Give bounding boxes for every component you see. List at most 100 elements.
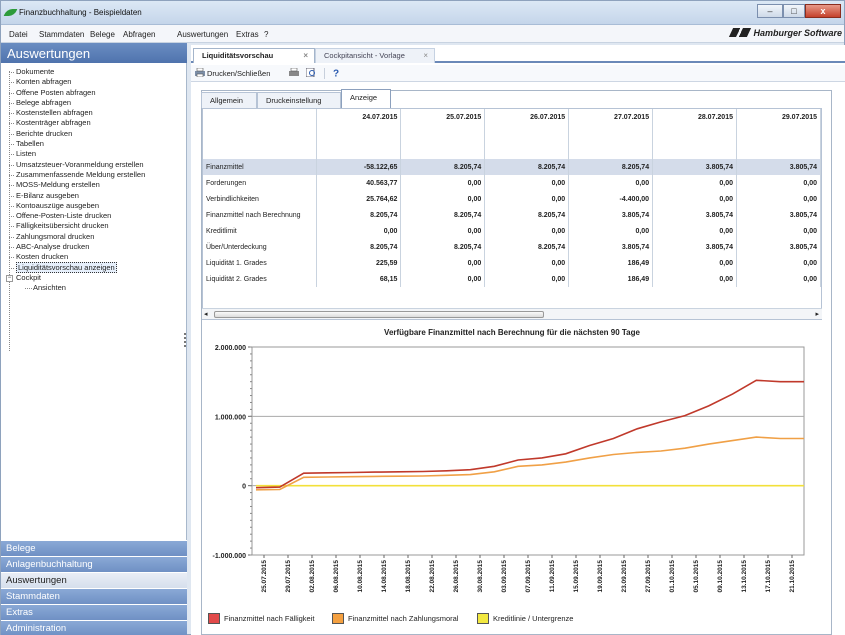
x-tick-label: 29.07.2015 xyxy=(285,560,292,593)
brand-logo: Hamburger Software xyxy=(729,28,842,38)
menu-belege[interactable]: Belege xyxy=(90,30,115,39)
liquidity-grid: 24.07.2015 25.07.2015 26.07.2015 27.07.2015… xyxy=(202,108,822,320)
table-cell: 8.205,74 xyxy=(316,207,402,223)
title-bar: Finanzbuchhaltung - Beispieldaten – □ x xyxy=(1,1,844,25)
x-tick-label: 26.08.2015 xyxy=(453,560,460,593)
scroll-thumb[interactable] xyxy=(214,311,544,318)
x-tick-label: 11.09.2015 xyxy=(549,560,556,593)
table-row[interactable]: Forderungen 40.563,77 0,00 0,00 0,00 0,00 0,00 xyxy=(203,175,821,191)
print-close-button[interactable]: Drucken/Schließen xyxy=(207,69,270,78)
svg-text:?: ? xyxy=(333,69,339,78)
sidebar-item-ansichten[interactable]: Ansichten xyxy=(1,283,187,293)
column-header[interactable]: 25.07.2015 xyxy=(400,109,486,159)
menu-help[interactable]: ? xyxy=(264,30,268,39)
row-label: Kreditlimit xyxy=(203,223,318,239)
sidebar-item-cockpit[interactable]: − Cockpit xyxy=(1,273,187,283)
sidebar-item-label: MOSS-Meldung erstellen xyxy=(16,180,100,190)
tab-cockpitansicht[interactable]: Cockpitansicht - Vorlage × xyxy=(315,48,435,63)
sidebar-item[interactable]: Listen xyxy=(1,149,187,159)
tab-anzeige[interactable]: Anzeige xyxy=(341,89,391,108)
close-tab-icon[interactable]: × xyxy=(303,51,308,60)
sidebar-item[interactable]: Zahlungsmoral drucken xyxy=(1,232,187,242)
table-cell: 225,59 xyxy=(316,255,402,271)
sidebar-item[interactable]: Konten abfragen xyxy=(1,77,187,87)
menu-abfragen[interactable]: Abfragen xyxy=(123,30,155,39)
section-stammdaten[interactable]: Stammdaten xyxy=(1,588,187,604)
table-row[interactable]: Finanzmittel -58.122,65 8.205,74 8.205,74 8.… xyxy=(203,159,821,175)
table-cell: 8.205,74 xyxy=(400,207,486,223)
section-belege[interactable]: Belege xyxy=(1,540,187,556)
x-tick-label: 02.08.2015 xyxy=(309,560,316,593)
sidebar-item[interactable]: Kostenträger abfragen xyxy=(1,118,187,128)
sidebar-sections: Belege Anlagenbuchhaltung Auswertungen Stam… xyxy=(1,540,187,635)
sidebar-item[interactable]: Fälligkeitsübersicht drucken xyxy=(1,221,187,231)
section-auswertungen[interactable]: Auswertungen xyxy=(1,572,187,588)
scroll-left-icon[interactable]: ◂ xyxy=(204,310,208,318)
sidebar-item[interactable]: Umsatzsteuer-Voranmeldung erstellen xyxy=(1,160,187,170)
table-cell: 0,00 xyxy=(736,223,821,239)
grid-header-row: 24.07.2015 25.07.2015 26.07.2015 27.07.2015… xyxy=(203,109,821,159)
toolbar-separator xyxy=(324,68,325,79)
sidebar-item[interactable]: Belege abfragen xyxy=(1,98,187,108)
table-row[interactable]: Über/Unterdeckung 8.205,74 8.205,74 8.205,7… xyxy=(203,239,821,255)
x-tick-label: 30.08.2015 xyxy=(477,560,484,593)
sidebar-item[interactable]: E-Bilanz ausgeben xyxy=(1,191,187,201)
minimize-button[interactable]: – xyxy=(757,4,783,18)
document-tabs: Liquiditätsvorschau × Cockpitansicht - Vo… xyxy=(191,45,845,63)
section-extras[interactable]: Extras xyxy=(1,604,187,620)
menu-auswertungen[interactable]: Auswertungen xyxy=(177,30,228,39)
y-tick-label: 0 xyxy=(242,484,246,491)
horizontal-scrollbar[interactable]: ◂ ▸ xyxy=(202,308,822,319)
table-cell: 3.805,74 xyxy=(736,159,821,175)
table-row[interactable]: Finanzmittel nach Berechnung 8.205,74 8.20… xyxy=(203,207,821,223)
sidebar-item[interactable]: Berichte drucken xyxy=(1,129,187,139)
grid-corner xyxy=(203,109,318,159)
table-row[interactable]: Verbindlichkeiten 25.764,62 0,00 0,00 -4.400… xyxy=(203,191,821,207)
tab-allgemein[interactable]: Allgemein xyxy=(201,92,257,108)
sidebar-item[interactable]: Liquiditätsvorschau anzeigen xyxy=(1,261,187,273)
sidebar-item[interactable]: Offene Posten abfragen xyxy=(1,88,187,98)
sidebar-item-label: Kontoauszüge ausgeben xyxy=(16,200,99,210)
menu-stammdaten[interactable]: Stammdaten xyxy=(39,30,84,39)
close-button[interactable]: x xyxy=(805,4,841,18)
splitter-grip[interactable] xyxy=(184,333,186,347)
table-cell: 0,00 xyxy=(736,191,821,207)
tab-druckeinstellung[interactable]: Druckeinstellung xyxy=(257,92,341,108)
sidebar-item[interactable]: ABC-Analyse drucken xyxy=(1,242,187,252)
sidebar-item[interactable]: Kostenstellen abfragen xyxy=(1,108,187,118)
section-anlagenbuchhaltung[interactable]: Anlagenbuchhaltung xyxy=(1,556,187,572)
sidebar-item[interactable]: Offene-Posten-Liste drucken xyxy=(1,211,187,221)
brand-name: Hamburger Software xyxy=(753,28,842,38)
scroll-right-icon[interactable]: ▸ xyxy=(815,310,819,318)
table-row[interactable]: Kreditlimit 0,00 0,00 0,00 0,00 0,00 0,00 xyxy=(203,223,821,239)
section-administration[interactable]: Administration xyxy=(1,620,187,635)
table-cell: 0,00 xyxy=(736,255,821,271)
column-header[interactable]: 27.07.2015 xyxy=(568,109,654,159)
column-header[interactable]: 24.07.2015 xyxy=(316,109,402,159)
column-header[interactable]: 28.07.2015 xyxy=(652,109,737,159)
table-cell: 8.205,74 xyxy=(484,207,570,223)
sidebar-item[interactable]: Dokumente xyxy=(1,67,187,77)
preview-icon[interactable] xyxy=(306,68,316,77)
close-tab-icon[interactable]: × xyxy=(423,51,428,60)
table-row[interactable]: Liquidität 2. Grades 68,15 0,00 0,00 186,49 0… xyxy=(203,271,821,287)
table-cell: 0,00 xyxy=(484,191,570,207)
table-cell: 8.205,74 xyxy=(316,239,402,255)
sidebar-item[interactable]: Kontoauszüge ausgeben xyxy=(1,201,187,211)
collapse-icon[interactable]: − xyxy=(6,274,13,282)
column-header[interactable]: 26.07.2015 xyxy=(484,109,570,159)
table-row[interactable]: Liquidität 1. Grades 225,59 0,00 0,00 186,49… xyxy=(203,255,821,271)
x-tick-label: 09.10.2015 xyxy=(717,560,724,593)
sidebar-item[interactable]: Zusammenfassende Meldung erstellen xyxy=(1,170,187,180)
tab-liquiditaetsvorschau[interactable]: Liquiditätsvorschau × xyxy=(193,48,315,63)
x-tick-label: 05.10.2015 xyxy=(693,560,700,593)
help-icon[interactable]: ? xyxy=(331,68,341,78)
sidebar-item[interactable]: Tabellen xyxy=(1,139,187,149)
menu-extras[interactable]: Extras xyxy=(236,30,259,39)
column-header[interactable]: 29.07.2015 xyxy=(736,109,821,159)
menu-datei[interactable]: Datei xyxy=(9,30,28,39)
table-cell: 0,00 xyxy=(400,223,486,239)
sidebar-item[interactable]: MOSS-Meldung erstellen xyxy=(1,180,187,190)
maximize-button[interactable]: □ xyxy=(783,4,805,18)
printer-icon[interactable] xyxy=(289,68,299,77)
